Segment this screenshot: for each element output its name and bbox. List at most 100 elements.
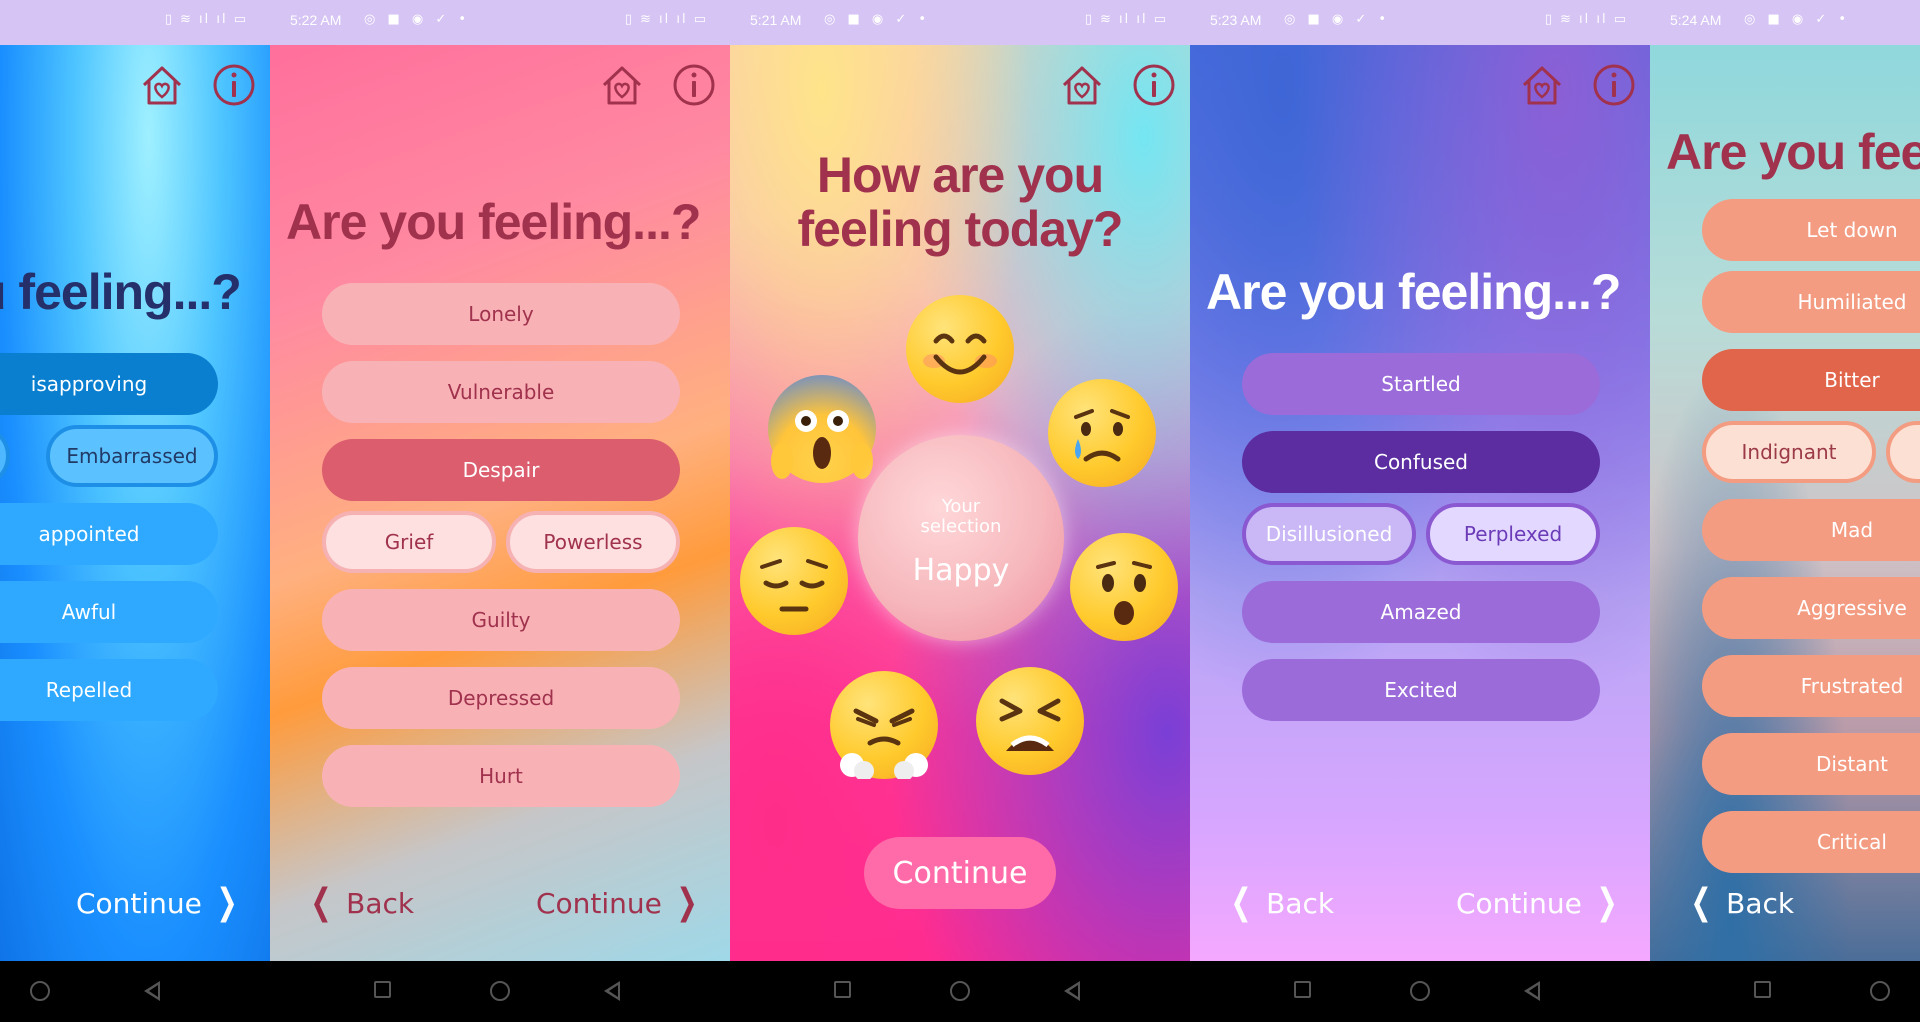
notification-icons: ◎ ■ ◉ ✓ • (364, 12, 471, 27)
home-nav-icon[interactable] (1870, 981, 1890, 1001)
continue-button[interactable]: Continue (864, 837, 1056, 909)
info-icon[interactable] (1592, 63, 1636, 107)
page-title: u feeling...? (0, 264, 242, 320)
option-pill[interactable]: Vulnerable (322, 361, 680, 423)
option-pill[interactable]: Humiliated (1702, 271, 1920, 333)
tired-face-emoji[interactable] (976, 667, 1084, 775)
option-pill[interactable]: Excited (1242, 659, 1600, 721)
title-line: feeling today? (797, 201, 1124, 257)
option-pill[interactable]: Mad (1702, 499, 1920, 561)
system-nav-bar (730, 961, 1190, 1022)
status-time: 5:24 AM (1670, 12, 1722, 28)
option-pill[interactable]: Lonely (322, 283, 680, 345)
page-title: Are you feeling...? (286, 194, 701, 250)
caption-line: Your (941, 496, 981, 517)
chevron-left-icon: ❮ (1230, 882, 1252, 923)
status-icons: ▯ ≋ ıl ıl ▭ (164, 12, 248, 27)
phone-screen-3: 5:21 AM ◎ ■ ◉ ✓ • ▯ ≋ ıl ıl ▭ How are yo… (730, 0, 1190, 1022)
status-icons: ▯ ≋ ıl ıl ▭ (1544, 12, 1628, 27)
back-label: Back (1266, 886, 1335, 920)
home-heart-icon[interactable] (1060, 63, 1104, 107)
phone-screen-1: ▯ ≋ ıl ıl ▭ u feeling...? isapproving al… (0, 0, 270, 1022)
home-nav-icon[interactable] (30, 981, 50, 1001)
page-title: Are you feeling...? (1206, 264, 1621, 320)
selection-caption: Your selection (858, 497, 1064, 537)
home-heart-icon[interactable] (1520, 63, 1564, 107)
feelings-screen: Are you feeling...? Startled Confused Di… (1190, 45, 1650, 961)
option-pill[interactable]: Aggressive (1702, 577, 1920, 639)
notification-icons: ◎ ■ ◉ ✓ • (824, 12, 931, 27)
recents-nav-icon[interactable] (1294, 981, 1311, 998)
selection-bubble: Your selection Happy (858, 435, 1064, 641)
option-pill[interactable]: isapproving (0, 353, 218, 415)
system-nav-bar (0, 961, 270, 1022)
option-pill[interactable]: Guilty (322, 589, 680, 651)
home-nav-icon[interactable] (490, 981, 510, 1001)
sad-tear-face-emoji[interactable] (1048, 379, 1156, 487)
continue-label: Continue (76, 886, 202, 920)
option-pill[interactable]: Frustrated (1702, 655, 1920, 717)
option-pill-selected[interactable]: Despair (322, 439, 680, 501)
option-pill[interactable]: Critical (1702, 811, 1920, 873)
info-icon[interactable] (212, 63, 256, 107)
option-pill[interactable]: Repelled (0, 659, 218, 721)
option-pill[interactable]: Grief (322, 511, 496, 573)
option-pill[interactable]: al (0, 425, 10, 487)
option-pill[interactable] (1886, 421, 1920, 483)
option-pill[interactable]: Perplexed (1426, 503, 1600, 565)
back-nav-icon[interactable] (1524, 981, 1540, 1001)
option-pill[interactable]: Powerless (506, 511, 680, 573)
back-label: Back (1726, 886, 1795, 920)
system-nav-bar (1650, 961, 1920, 1022)
back-button[interactable]: ❮ Back (306, 885, 415, 921)
option-pill-selected[interactable]: Bitter (1702, 349, 1920, 411)
pensive-face-emoji[interactable] (740, 527, 848, 635)
home-nav-icon[interactable] (1410, 981, 1430, 1001)
chevron-left-icon: ❮ (1690, 882, 1712, 923)
system-nav-bar (1190, 961, 1650, 1022)
recents-nav-icon[interactable] (834, 981, 851, 998)
option-pill[interactable]: Disillusioned (1242, 503, 1416, 565)
info-icon[interactable] (1132, 63, 1176, 107)
home-heart-icon[interactable] (140, 63, 184, 107)
option-pill[interactable]: Distant (1702, 733, 1920, 795)
feelings-screen: u feeling...? isapproving al Embarrassed… (0, 45, 270, 961)
option-pill[interactable]: Embarrassed (46, 425, 218, 487)
status-bar: 5:21 AM ◎ ■ ◉ ✓ • ▯ ≋ ıl ıl ▭ (730, 0, 1190, 45)
option-pill[interactable]: Awful (0, 581, 218, 643)
option-pill[interactable]: Startled (1242, 353, 1600, 415)
option-pill[interactable]: Depressed (322, 667, 680, 729)
back-nav-icon[interactable] (604, 981, 620, 1001)
option-pill[interactable]: Hurt (322, 745, 680, 807)
caption-line: selection (920, 516, 1002, 537)
option-pill[interactable]: Let down (1702, 199, 1920, 261)
home-heart-icon[interactable] (600, 63, 644, 107)
option-pill[interactable]: appointed (0, 503, 218, 565)
recents-nav-icon[interactable] (1754, 981, 1771, 998)
continue-button[interactable]: Continue ❯ (1456, 885, 1622, 921)
home-nav-icon[interactable] (950, 981, 970, 1001)
feelings-screen: Are you fee Let down Humiliated Bitter I… (1650, 45, 1920, 961)
back-button[interactable]: ❮ Back (1686, 882, 1795, 923)
info-icon[interactable] (672, 63, 716, 107)
screaming-face-emoji[interactable] (768, 375, 876, 483)
back-button[interactable]: ❮ Back (1226, 882, 1335, 923)
option-pill[interactable]: Amazed (1242, 581, 1600, 643)
recents-nav-icon[interactable] (374, 981, 391, 998)
back-nav-icon[interactable] (1064, 981, 1080, 1001)
steam-nose-face-emoji[interactable] (830, 671, 938, 779)
page-title: How are you feeling today? (730, 148, 1190, 256)
option-pill-selected[interactable]: Confused (1242, 431, 1600, 493)
continue-button[interactable]: Continue ❯ (76, 885, 242, 921)
continue-button[interactable]: Continue ❯ (536, 885, 702, 921)
selection-value: Happy (912, 553, 1010, 588)
surprised-face-emoji[interactable] (1070, 533, 1178, 641)
continue-label: Continue (536, 886, 662, 920)
notification-icons: ◎ ■ ◉ ✓ • (1744, 12, 1851, 27)
smiling-face-emoji[interactable] (906, 295, 1014, 403)
option-pill[interactable]: Indignant (1702, 421, 1876, 483)
status-bar: 5:22 AM ◎ ■ ◉ ✓ • ▯ ≋ ıl ıl ▭ (270, 0, 730, 45)
status-icons: ▯ ≋ ıl ıl ▭ (624, 12, 708, 27)
back-nav-icon[interactable] (144, 981, 160, 1001)
chevron-right-icon: ❯ (216, 882, 238, 923)
